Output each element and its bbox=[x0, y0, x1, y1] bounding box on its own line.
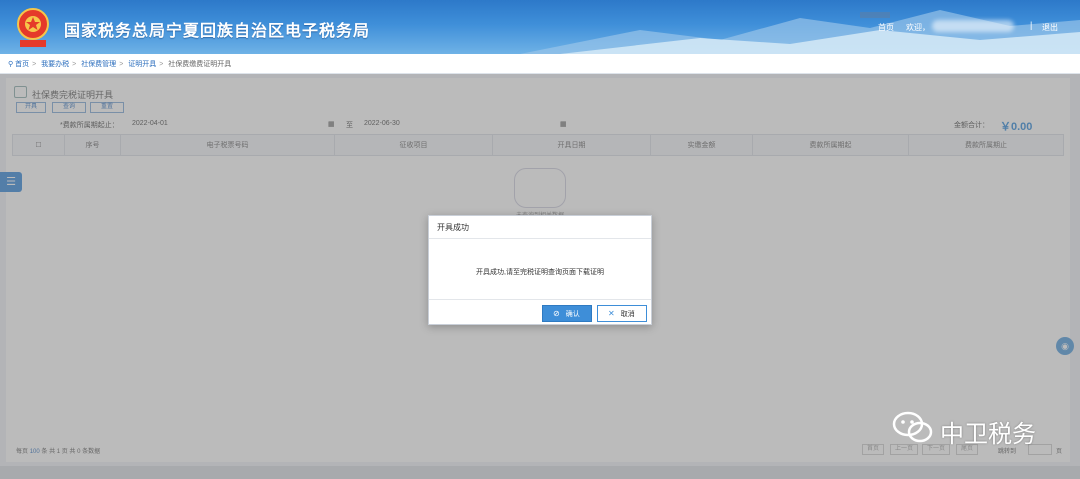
header-banner: 国家税务总局宁夏回族自治区电子税务局 首页 欢迎， | 退出 bbox=[0, 0, 1080, 54]
confirm-button[interactable]: ⊘ 确认 bbox=[542, 305, 592, 322]
user-name-redacted bbox=[932, 20, 1014, 32]
home-link[interactable]: 首页 bbox=[878, 22, 894, 33]
breadcrumb: ⚲ 首页 > 我要办税 > 社保费管理 > 证明开具 > 社保费缴费证明开具 bbox=[0, 54, 1080, 74]
wechat-watermark: 中卫税务 bbox=[892, 410, 1036, 448]
confirm-label: 确认 bbox=[565, 311, 580, 318]
close-icon: ✕ bbox=[608, 309, 615, 318]
check-circle-icon: ⊘ bbox=[553, 309, 560, 318]
breadcrumb-home[interactable]: 首页 bbox=[15, 61, 29, 68]
logout-link[interactable]: 退出 bbox=[1042, 22, 1058, 33]
breadcrumb-tax-handling[interactable]: 我要办税 bbox=[41, 61, 69, 68]
dialog-title: 开具成功 bbox=[429, 216, 651, 239]
tax-emblem-logo bbox=[17, 8, 49, 47]
header-divider: | bbox=[1030, 20, 1033, 30]
site-title: 国家税务总局宁夏回族自治区电子税务局 bbox=[64, 23, 371, 40]
location-pin-icon: ⚲ bbox=[8, 61, 14, 68]
wechat-icon bbox=[892, 411, 933, 443]
cancel-button[interactable]: ✕ 取消 bbox=[597, 305, 647, 322]
breadcrumb-current: 社保费缴费证明开具 bbox=[168, 61, 232, 68]
success-dialog: 开具成功 开具成功,请至完税证明查询页面下载证明 ⊘ 确认 ✕ 取消 bbox=[428, 215, 652, 325]
breadcrumb-social-insurance[interactable]: 社保费管理 bbox=[81, 61, 116, 68]
dialog-message: 开具成功,请至完税证明查询页面下载证明 bbox=[429, 239, 651, 300]
welcome-text: 欢迎， bbox=[906, 23, 930, 32]
watermark-text: 中卫税务 bbox=[940, 421, 1036, 448]
cancel-label: 取消 bbox=[620, 311, 635, 318]
breadcrumb-certificate[interactable]: 证明开具 bbox=[128, 61, 156, 68]
